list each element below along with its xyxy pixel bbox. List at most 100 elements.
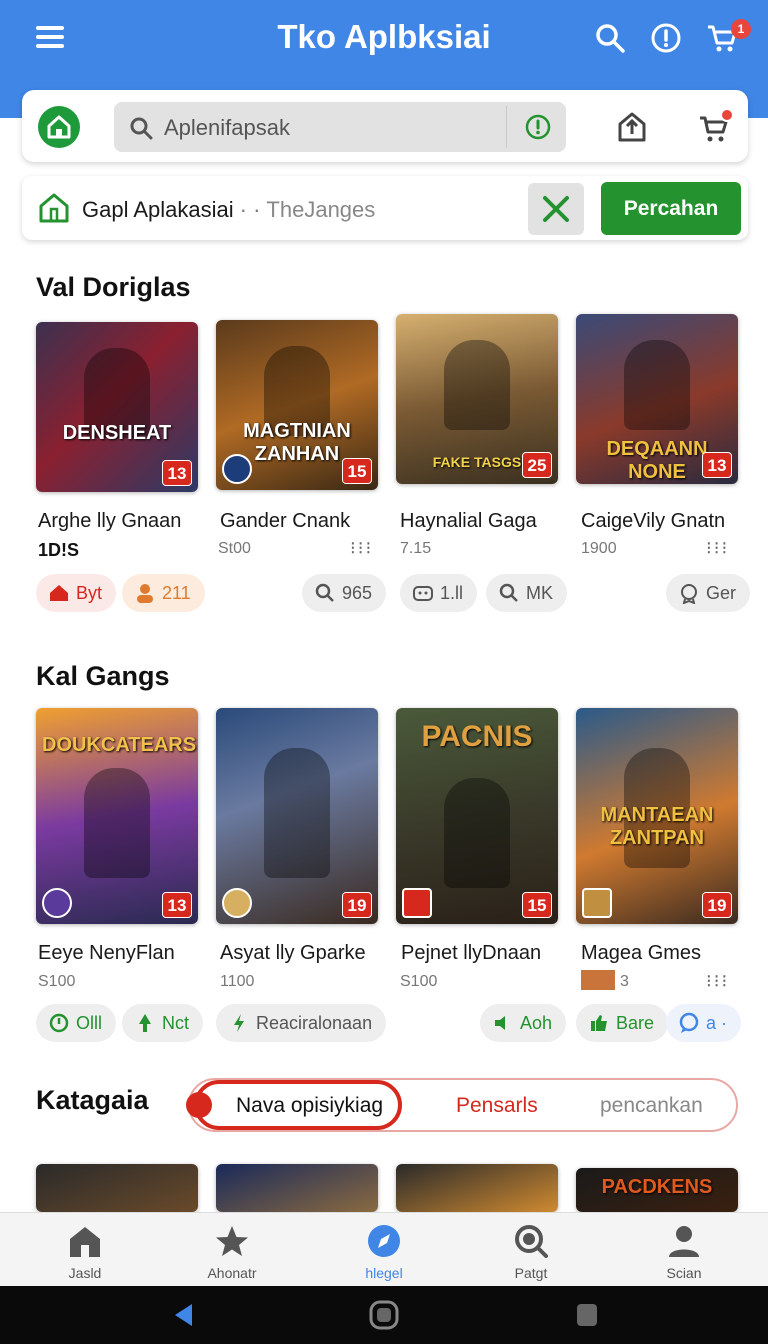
game-price: 1D!S: [38, 540, 80, 560]
chip-genre[interactable]: Ger: [666, 574, 751, 612]
game-price: S100: [38, 973, 76, 990]
age-rating-badge: 19: [342, 892, 372, 918]
close-icon: [543, 196, 569, 222]
age-rating-badge: 13: [162, 892, 192, 918]
chat-bubble-icon: [679, 1012, 699, 1033]
star-icon: [216, 1226, 248, 1256]
category-tabs: Nava opisiykiag Pensarls pencankan: [186, 1078, 738, 1132]
section-title: Katagaia: [36, 1085, 149, 1115]
game-cover[interactable]: MAGTNIAN ZANHAN 15: [216, 320, 378, 490]
game-cover[interactable]: PACNIS 15: [396, 708, 558, 924]
chip-new[interactable]: Nct: [122, 1004, 203, 1042]
game-cover[interactable]: [396, 1164, 558, 1212]
game-name[interactable]: Magea Gmes: [581, 942, 701, 965]
cover-art: [84, 768, 150, 878]
game-name[interactable]: Eeye NenyFlan: [38, 942, 175, 965]
game-price: 7.15: [400, 540, 432, 557]
tab-pensarls[interactable]: Pensarls: [456, 1094, 538, 1118]
game-cover[interactable]: [216, 1164, 378, 1212]
tab-nava[interactable]: Nava opisiykiag: [236, 1094, 383, 1118]
cart-dot-badge: [720, 108, 734, 122]
search-icon: [515, 1225, 548, 1258]
cart-count-badge: 1: [731, 19, 751, 39]
chip-sound[interactable]: Aoh: [480, 1004, 567, 1042]
game-name[interactable]: Arghe lly Gnaan: [38, 510, 181, 533]
system-navigation-bar: [0, 1286, 768, 1344]
game-name[interactable]: Haynalial Gaga: [400, 510, 537, 533]
age-rating-badge: 25: [522, 452, 552, 478]
search-placeholder: Aplenifapsak: [164, 115, 290, 140]
speaker-icon: [495, 1016, 505, 1030]
timer-icon[interactable]: [524, 113, 552, 141]
back-icon[interactable]: [172, 1302, 194, 1328]
game-cover[interactable]: 19: [216, 708, 378, 924]
cover-art: [264, 748, 330, 878]
game-cover[interactable]: DENSHEAT 13: [36, 322, 198, 492]
game-price: 1900: [581, 540, 617, 557]
upload-icon[interactable]: [616, 110, 648, 144]
nav-profile[interactable]: Scian: [629, 1213, 739, 1287]
filter-bar: Gapl Aplakasiai · · TheJanges Percahan: [22, 176, 748, 240]
lightning-icon: [234, 1014, 244, 1032]
cover-art: [444, 778, 510, 888]
nav-explore[interactable]: hlegel: [329, 1213, 439, 1287]
cover-title: PACNIS: [421, 720, 533, 753]
clear-filter-button[interactable]: [528, 183, 584, 235]
game-name[interactable]: Gander Cnank: [220, 510, 350, 533]
chip-buy[interactable]: Byt: [36, 574, 117, 612]
publisher-emblem: [582, 888, 612, 918]
tab-pencankan[interactable]: pencankan: [600, 1094, 703, 1118]
buy-button[interactable]: Percahan: [601, 182, 741, 235]
age-rating-badge: 15: [342, 458, 372, 484]
home-icon: [70, 1227, 100, 1257]
game-name[interactable]: Pejnet llyDnaan: [401, 942, 541, 965]
chip-search[interactable]: 965: [302, 574, 387, 612]
chip-controller[interactable]: 1.ll: [400, 574, 478, 612]
home-button-icon[interactable]: [368, 1300, 400, 1330]
nav-search[interactable]: Patgt: [476, 1213, 586, 1287]
cover-title: PACDKENS: [601, 1176, 713, 1198]
search-icon[interactable]: [594, 22, 626, 54]
section-title: Val Doriglas: [36, 272, 191, 302]
game-cover[interactable]: FAKE TASGS 25: [396, 314, 558, 484]
more-options-icon[interactable]: ⁝⁝⁝: [706, 538, 729, 559]
game-cover[interactable]: DOUKCATEARS 13: [36, 708, 198, 924]
more-options-icon[interactable]: ⁝⁝⁝: [706, 971, 729, 992]
user-icon: [669, 1226, 699, 1257]
age-rating-badge: 19: [702, 892, 732, 918]
chip-recommendation[interactable]: Reaciralonaan: [216, 1004, 387, 1042]
filter-label: Gapl Aplakasiai · · TheJanges: [82, 197, 376, 222]
game-cover[interactable]: MANTAEAN ZANTPAN 19: [576, 708, 738, 924]
chip-timer[interactable]: Olll: [36, 1004, 116, 1042]
home-outline-icon: [39, 193, 69, 223]
nav-home[interactable]: Jasld: [30, 1213, 140, 1287]
cover-title: DENSHEAT: [62, 422, 172, 444]
search-icon: [315, 583, 334, 602]
chip-chat[interactable]: a ·: [666, 1004, 742, 1042]
game-name[interactable]: CaigeVily Gnatn: [581, 510, 725, 533]
cover-art: [624, 340, 690, 430]
search-input[interactable]: Aplenifapsak: [114, 102, 566, 152]
nav-favorites[interactable]: Ahonatr: [177, 1213, 287, 1287]
recents-icon[interactable]: [576, 1302, 598, 1328]
cover-title: MANTAEAN ZANTPAN: [600, 804, 714, 849]
more-options-icon[interactable]: ⁝⁝⁝: [350, 538, 373, 559]
cover-art: [444, 340, 510, 430]
search-icon: [499, 583, 518, 602]
game-cover[interactable]: PACDKENS: [576, 1168, 738, 1212]
game-name[interactable]: Asyat lly Gparke: [220, 942, 366, 965]
game-cover[interactable]: [36, 1164, 198, 1212]
tab-marker-icon: [186, 1092, 212, 1118]
game-cover[interactable]: DEQAANN NONE 13: [576, 314, 738, 484]
controller-icon: [413, 586, 433, 601]
home-icon: [47, 115, 71, 139]
chip-users[interactable]: 211: [122, 574, 205, 612]
search-icon: [130, 117, 153, 140]
publisher-emblem: [222, 454, 252, 484]
publisher-emblem: [222, 888, 252, 918]
chip-search-alt[interactable]: MK: [486, 574, 567, 612]
info-icon[interactable]: [650, 22, 682, 54]
chip-share[interactable]: Bare: [576, 1004, 669, 1042]
house-icon: [50, 585, 68, 601]
store-home-button[interactable]: [38, 106, 80, 148]
